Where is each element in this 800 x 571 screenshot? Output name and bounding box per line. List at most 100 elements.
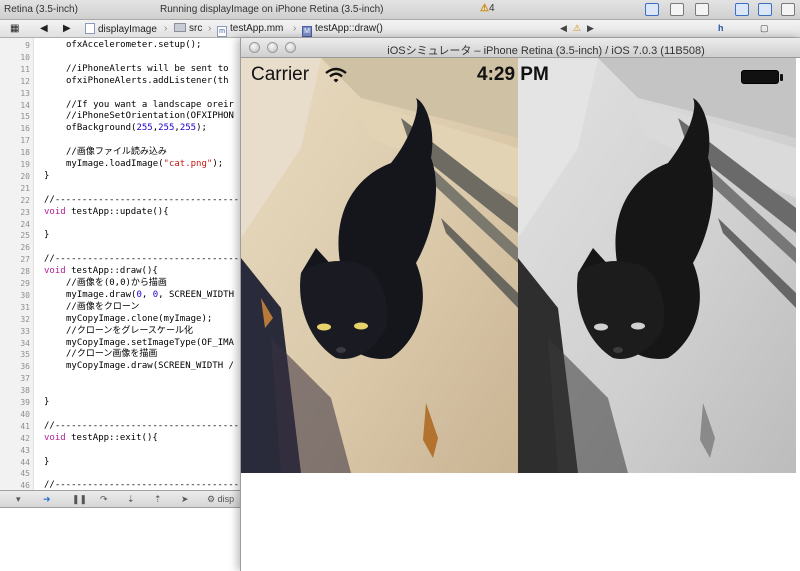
ios-status-bar: Carrier 4:29 PM bbox=[241, 58, 796, 92]
status-time: 4:29 PM bbox=[477, 64, 549, 85]
line-number: 33 bbox=[20, 326, 30, 336]
line-number: 42 bbox=[20, 433, 30, 443]
location-icon[interactable]: ➤ bbox=[181, 494, 189, 505]
breadcrumb-separator: › bbox=[293, 23, 297, 34]
assistant-editor-icon[interactable] bbox=[670, 3, 684, 16]
breakpoints-toggle-icon[interactable]: ➜ bbox=[43, 494, 51, 505]
breadcrumb-file[interactable]: m testApp.mm bbox=[217, 23, 283, 37]
cat-photo-grayscale bbox=[518, 58, 796, 473]
carrier-label: Carrier bbox=[251, 64, 310, 85]
ios-simulator-window: iOSシミュレータ – iPhone Retina (3.5-inch) / i… bbox=[240, 38, 800, 571]
xcode-toolbar: Retina (3.5-inch) Running displayImage o… bbox=[0, 0, 800, 20]
method-icon: M bbox=[302, 26, 312, 37]
line-number: 40 bbox=[20, 409, 30, 419]
code-text: ofxiPhoneAlerts.addListener(th bbox=[66, 75, 229, 86]
activity-status: Running displayImage on iPhone Retina (3… bbox=[160, 4, 384, 15]
issue-warning-icon[interactable]: ⚠ bbox=[573, 23, 581, 34]
simulator-screen[interactable] bbox=[241, 58, 796, 473]
simulator-title: iOSシミュレータ – iPhone Retina (3.5-inch) / i… bbox=[387, 45, 705, 57]
warnings-count: 4 bbox=[488, 3, 495, 14]
step-out-icon[interactable]: ⇡ bbox=[154, 494, 162, 505]
code-text: //iPhoneSetOrientation(OFXIPHON bbox=[66, 111, 234, 122]
close-button[interactable] bbox=[249, 42, 260, 53]
code-text: //画像を(0,0)から描画 bbox=[66, 278, 167, 288]
code-text: void testApp::exit(){ bbox=[44, 432, 158, 443]
version-editor-icon[interactable] bbox=[695, 3, 709, 16]
line-number: 35 bbox=[20, 350, 30, 360]
utilities-toggle-icon[interactable] bbox=[781, 3, 795, 16]
line-number: 14 bbox=[20, 100, 30, 110]
line-number: 13 bbox=[20, 88, 30, 98]
breadcrumb-method[interactable]: MtestApp::draw() bbox=[302, 23, 383, 37]
line-number: 15 bbox=[20, 112, 30, 122]
code-text: } bbox=[44, 397, 50, 407]
zoom-button[interactable] bbox=[285, 42, 296, 53]
cat-photo-color bbox=[241, 58, 518, 473]
standard-editor-icon[interactable] bbox=[645, 3, 659, 16]
back-arrow-icon[interactable]: ◀ bbox=[40, 23, 48, 34]
counterpart-file-icon[interactable]: h bbox=[718, 23, 724, 33]
debug-target-text: disp bbox=[217, 494, 235, 504]
code-text: myCopyImage.clone(myImage); bbox=[66, 313, 213, 324]
line-number: 11 bbox=[20, 64, 30, 74]
line-number: 43 bbox=[20, 445, 30, 455]
line-number: 25 bbox=[20, 231, 30, 241]
line-number: 22 bbox=[20, 195, 30, 205]
jump-bar: ▦ ◀ ▶ displayImage › src › m testApp.mm ›… bbox=[0, 20, 800, 38]
warning-icon: ⚠ bbox=[480, 3, 489, 14]
code-text: //クローン画像を描画 bbox=[66, 349, 158, 360]
step-into-icon[interactable]: ⇣ bbox=[127, 494, 135, 505]
next-issue-arrow-icon[interactable]: ▶ bbox=[587, 23, 594, 34]
hide-debug-area-icon[interactable]: ▾ bbox=[16, 494, 21, 505]
desktop: Retina (3.5-inch) Running displayImage o… bbox=[0, 0, 800, 571]
navigator-toggle-icon[interactable] bbox=[735, 3, 749, 16]
debug-bar: ▾ ➜ ❚❚ ↷ ⇣ ⇡ ➤ ⚙ disp bbox=[0, 490, 241, 508]
line-number: 19 bbox=[20, 160, 30, 169]
code-text: ofBackground(255,255,255); bbox=[66, 123, 207, 134]
line-number: 36 bbox=[20, 362, 30, 372]
line-number: 24 bbox=[20, 219, 30, 229]
debug-target-label: ⚙ disp bbox=[207, 494, 235, 504]
prev-issue-arrow-icon[interactable]: ◀ bbox=[560, 23, 567, 34]
breadcrumb-project[interactable]: displayImage bbox=[85, 23, 157, 35]
line-number: 20 bbox=[20, 171, 30, 181]
window-title: Retina (3.5-inch) bbox=[4, 4, 78, 15]
line-number: 45 bbox=[20, 469, 30, 479]
line-number: 28 bbox=[20, 267, 30, 277]
code-text: } bbox=[44, 170, 50, 181]
line-number: 26 bbox=[20, 243, 30, 253]
line-number: 30 bbox=[20, 290, 30, 300]
screen-edge bbox=[796, 58, 800, 473]
minimize-button[interactable] bbox=[267, 42, 278, 53]
wifi-icon bbox=[325, 67, 347, 83]
debug-area-toggle-icon[interactable] bbox=[758, 3, 772, 16]
step-over-icon[interactable]: ↷ bbox=[100, 494, 108, 505]
line-number: 9 bbox=[25, 41, 30, 50]
code-text: } bbox=[44, 456, 50, 467]
code-text: myCopyImage.setImageType(OF_IMA bbox=[66, 337, 234, 348]
line-number: 34 bbox=[20, 338, 30, 348]
forward-arrow-icon[interactable]: ▶ bbox=[63, 23, 71, 34]
breadcrumb-group[interactable]: src bbox=[174, 23, 202, 34]
pause-icon[interactable]: ❚❚ bbox=[72, 494, 87, 505]
line-number: 10 bbox=[20, 52, 30, 62]
breadcrumb-method-label: testApp::draw() bbox=[315, 23, 383, 34]
code-text: } bbox=[44, 230, 50, 241]
line-number: 32 bbox=[20, 314, 30, 324]
breadcrumb-separator: › bbox=[208, 23, 212, 34]
file-icon[interactable]: ▢ bbox=[760, 23, 769, 34]
related-items-icon[interactable]: ▦ bbox=[10, 23, 19, 34]
line-number: 44 bbox=[20, 457, 30, 467]
code-text: //画像ファイル読み込み bbox=[66, 147, 167, 158]
code-text: myImage.draw(0, 0, SCREEN_WIDTH bbox=[66, 289, 234, 300]
line-number: 18 bbox=[20, 148, 30, 158]
breadcrumb-project-label: displayImage bbox=[98, 24, 157, 35]
code-text: //クローンをグレースケール化 bbox=[66, 325, 193, 336]
code-text: //iPhoneAlerts will be sent to bbox=[66, 63, 229, 74]
mm-file-icon: m bbox=[217, 26, 227, 37]
simulator-screen-blank-area bbox=[241, 473, 800, 571]
warnings-badge[interactable]: ⚠4 bbox=[480, 3, 495, 14]
code-text: myImage.loadImage("cat.png"); bbox=[66, 159, 224, 169]
line-number: 39 bbox=[20, 398, 30, 407]
code-text: //If you want a landscape oreir bbox=[66, 99, 234, 110]
